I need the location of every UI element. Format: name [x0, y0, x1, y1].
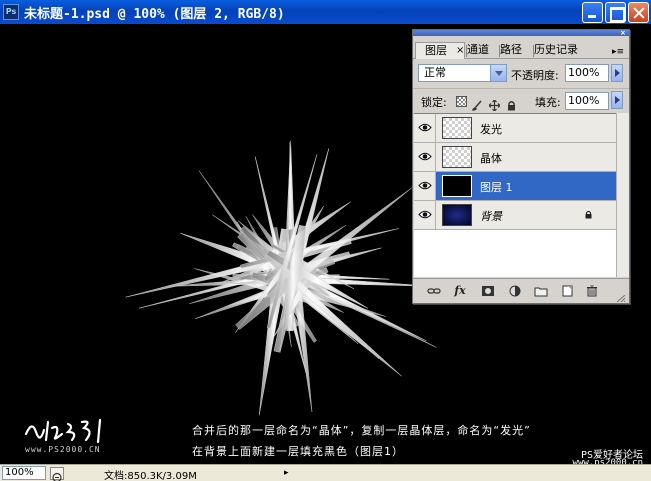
- palette-tabs: 图层 × 通道 路径 历史记录 ▸≡: [413, 39, 629, 59]
- layer-name: 图层 1: [480, 181, 513, 194]
- tutorial-caption-line1: 合并后的那一层命名为“晶体”，复制一层晶体层，命名为“发光”: [192, 424, 531, 437]
- tab-layers[interactable]: 图层 ×: [415, 42, 465, 59]
- layer-thumbnail: [442, 204, 472, 226]
- palette-close-icon[interactable]: ×: [620, 29, 626, 37]
- palette-drag-bar[interactable]: [413, 30, 629, 36]
- lock-all-icon[interactable]: [506, 96, 517, 111]
- tab-close-icon[interactable]: ×: [456, 43, 464, 58]
- link-icon[interactable]: [427, 285, 441, 297]
- trash-icon[interactable]: [585, 285, 599, 297]
- lock-position-move-icon[interactable]: [488, 96, 501, 112]
- signature-logo: [24, 418, 102, 444]
- fill-slider-arrow-icon[interactable]: [611, 91, 623, 109]
- fill-label: 填充:: [535, 96, 561, 109]
- eye-icon[interactable]: [414, 143, 436, 171]
- lock-label: 锁定:: [421, 96, 447, 109]
- layer-row-layer1[interactable]: 图层 1: [414, 172, 616, 201]
- tab-layers-label: 图层: [425, 44, 447, 57]
- palette-toolbar: fx: [413, 278, 629, 303]
- lock-pixels-brush-icon[interactable]: [472, 96, 483, 111]
- photoshop-window: Ps 未标题-1.psd @ 100% (图层 2, RGB/8) www.PS…: [0, 0, 651, 481]
- title-bar[interactable]: Ps 未标题-1.psd @ 100% (图层 2, RGB/8): [0, 0, 651, 24]
- status-bar: 100% 文档:850.3K/3.09M ▸: [0, 464, 651, 481]
- blend-row: 正常 不透明度: 100%: [413, 62, 629, 86]
- layer-name: 背景: [480, 210, 502, 223]
- zoom-field[interactable]: 100%: [2, 466, 46, 480]
- crystal-artwork: [125, 140, 437, 416]
- new-layer-icon[interactable]: [560, 285, 574, 297]
- layer-list-scrollbar[interactable]: [616, 113, 629, 277]
- document-size-info: 文档:850.3K/3.09M: [104, 471, 197, 481]
- tutorial-caption-line2: 在背景上面新建一层填充黑色（图层1）: [192, 445, 404, 458]
- ps-icon[interactable]: Ps: [3, 4, 19, 20]
- mask-icon[interactable]: [481, 285, 495, 297]
- layer-thumbnail: [442, 175, 472, 197]
- layer-name: 发光: [480, 123, 502, 136]
- opacity-input[interactable]: 100%: [565, 64, 609, 82]
- opacity-label: 不透明度:: [511, 69, 559, 82]
- chevron-down-icon[interactable]: [490, 65, 506, 81]
- layer-thumbnail: [442, 146, 472, 168]
- layer-thumbnail: [442, 117, 472, 139]
- folder-icon[interactable]: [534, 285, 548, 297]
- fx-icon[interactable]: fx: [453, 285, 467, 297]
- status-menu-icon[interactable]: [50, 467, 64, 481]
- close-icon[interactable]: [628, 2, 649, 23]
- lock-icon: [585, 210, 592, 219]
- fill-input[interactable]: 100%: [565, 92, 609, 110]
- tab-paths[interactable]: 路径: [500, 42, 522, 59]
- window-title: 未标题-1.psd @ 100% (图层 2, RGB/8): [24, 7, 285, 22]
- resize-grip-icon[interactable]: [617, 295, 626, 302]
- status-more-arrow[interactable]: ▸: [284, 468, 289, 478]
- blend-mode-select[interactable]: 正常: [418, 64, 507, 82]
- layer-list: 发光 晶体 图层 1 背景: [414, 113, 616, 277]
- eye-icon[interactable]: [414, 201, 436, 229]
- opacity-slider-arrow-icon[interactable]: [611, 64, 623, 82]
- layer-row-glow[interactable]: 发光: [414, 114, 616, 143]
- lock-transparency-icon[interactable]: [456, 96, 467, 107]
- watermark-url: www.PS2000.CN: [25, 445, 101, 454]
- minimize-icon[interactable]: [582, 2, 603, 23]
- eye-icon[interactable]: [414, 172, 436, 200]
- tab-channels[interactable]: 通道: [467, 42, 489, 59]
- layer-row-crystal[interactable]: 晶体: [414, 143, 616, 172]
- layer-row-background[interactable]: 背景: [414, 201, 616, 230]
- lock-row: 锁定: 填充: 100%: [413, 88, 629, 112]
- tab-history[interactable]: 历史记录: [534, 42, 578, 59]
- adjustment-icon[interactable]: [508, 285, 522, 297]
- layer-name: 晶体: [480, 152, 502, 165]
- maximize-icon[interactable]: [605, 2, 626, 23]
- blend-mode-value: 正常: [424, 66, 446, 79]
- layers-palette: × 图层 × 通道 路径 历史记录 ▸≡ 正常 不透明度: 100% 锁定: 填…: [412, 29, 630, 304]
- eye-icon[interactable]: [414, 114, 436, 142]
- palette-menu-icon[interactable]: ▸≡: [612, 47, 624, 57]
